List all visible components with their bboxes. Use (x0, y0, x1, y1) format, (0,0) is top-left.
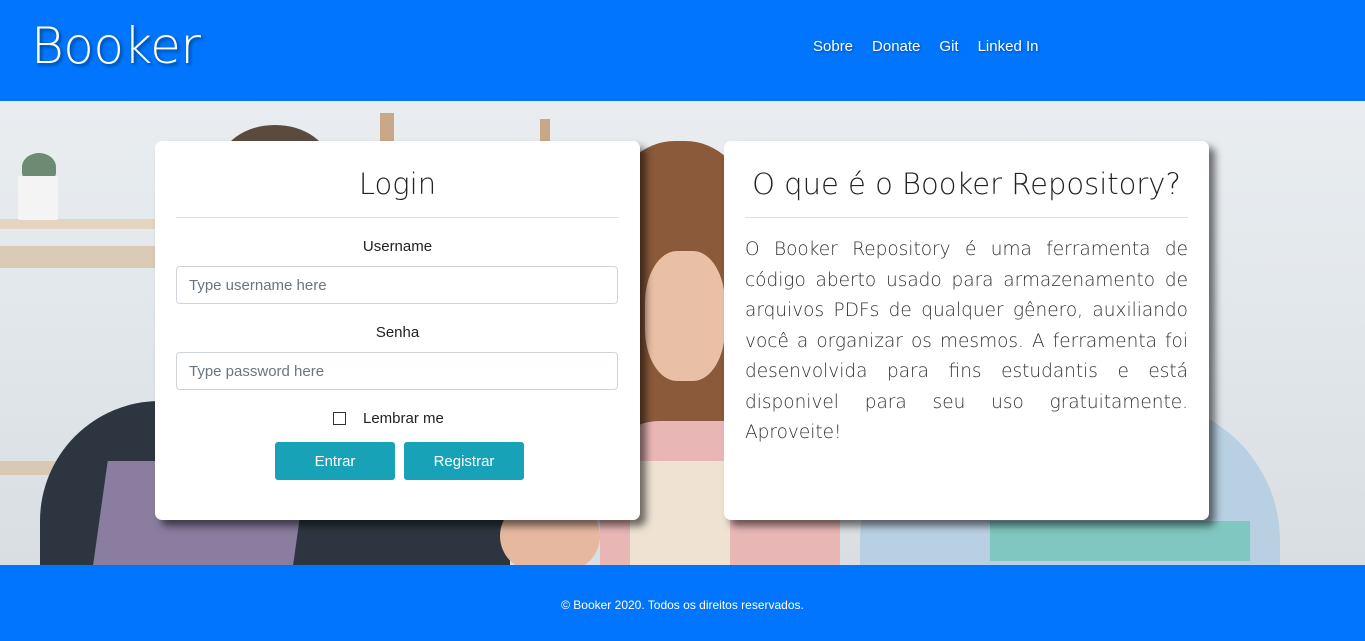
enter-button[interactable]: Entrar (275, 442, 395, 480)
about-title: O que é o Booker Repository? (752, 167, 1181, 201)
about-card: O que é o Booker Repository? O Booker Re… (724, 141, 1209, 520)
password-label: Senha (375, 324, 420, 341)
login-card: Login Username Senha Lembrar me Entrar R… (155, 141, 640, 520)
username-label: Username (362, 238, 433, 255)
background-person (645, 251, 725, 381)
about-description: O Booker Repository é uma ferramenta de … (745, 239, 1188, 443)
nav-link-sobre[interactable]: Sobre (813, 37, 853, 57)
register-button[interactable]: Registrar (404, 442, 524, 480)
brand-logo[interactable]: Booker (31, 14, 201, 78)
main-nav: Sobre Donate Git Linked In (813, 37, 1057, 57)
footer: © Booker 2020. Todos os direitos reserva… (0, 565, 1365, 641)
divider (176, 217, 619, 218)
background-shelf (0, 219, 160, 229)
remember-me-checkbox[interactable] (333, 412, 346, 425)
background-book (990, 521, 1250, 561)
footer-copyright: © Booker 2020. Todos os direitos reserva… (561, 598, 804, 612)
nav-link-git[interactable]: Git (939, 37, 958, 57)
divider (745, 217, 1188, 218)
top-navbar: Booker Sobre Donate Git Linked In (0, 0, 1365, 101)
remember-me-row: Lembrar me (333, 410, 444, 427)
background-shelf (0, 246, 160, 268)
background-plant-pot (18, 176, 58, 220)
username-input[interactable] (176, 266, 618, 304)
remember-me-label[interactable]: Lembrar me (363, 410, 444, 427)
nav-link-linkedin[interactable]: Linked In (978, 37, 1039, 57)
background-book (630, 461, 730, 565)
login-title: Login (358, 167, 437, 201)
password-input[interactable] (176, 352, 618, 390)
nav-link-donate[interactable]: Donate (872, 37, 920, 57)
